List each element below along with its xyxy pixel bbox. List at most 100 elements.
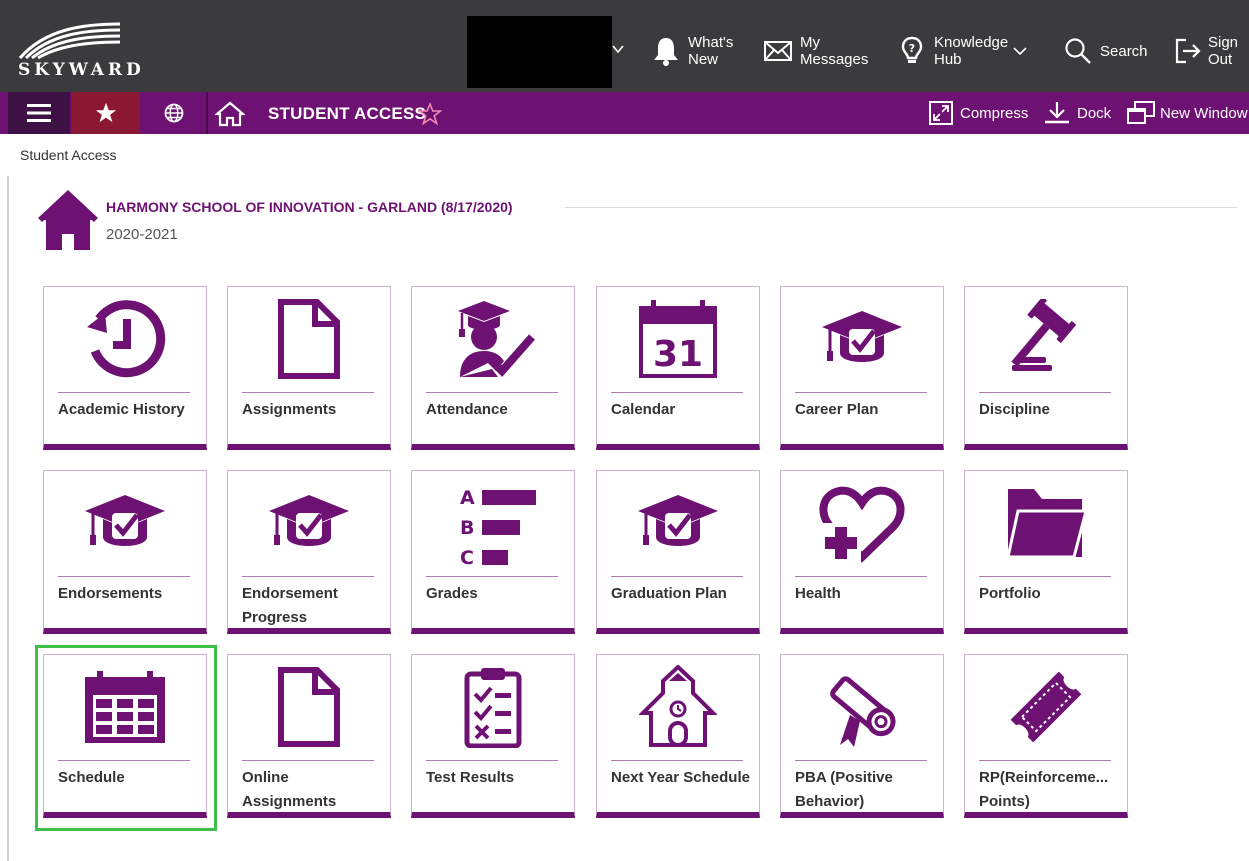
tile-separator — [611, 392, 743, 393]
sign-out-button[interactable]: Sign Out — [1172, 30, 1238, 72]
tile-online-assignments[interactable]: Online Assignments — [227, 654, 391, 818]
tile-label: Academic History — [58, 401, 185, 418]
whats-new-button[interactable]: What's New — [650, 30, 733, 72]
grade-letter-a: A — [460, 487, 475, 509]
tile-academic-history[interactable]: Academic History — [43, 286, 207, 450]
star-outline-icon[interactable] — [418, 102, 442, 126]
envelope-icon — [762, 35, 794, 67]
page-title: STUDENT ACCESS — [268, 104, 427, 123]
tile-label: Test Results — [426, 769, 515, 786]
tile-label: Portfolio — [979, 585, 1041, 602]
school-name: HARMONY SCHOOL OF INNOVATION - GARLAND (… — [106, 199, 513, 215]
nav-bar: STUDENT ACCESS Compress Dock New Window — [0, 92, 1249, 134]
tile-label: Grades — [426, 585, 478, 602]
user-name-redacted[interactable] — [467, 16, 612, 88]
dock-icon — [1045, 102, 1069, 124]
tile-attendance[interactable]: Attendance — [411, 286, 575, 450]
compress-label: Compress — [960, 104, 1029, 122]
tile-pba[interactable]: PBA (Positive Behavior) — [780, 654, 944, 818]
tile-separator — [426, 760, 558, 761]
folder-icon — [965, 471, 1127, 575]
tile-calendar[interactable]: 31 Calendar — [596, 286, 760, 450]
bell-icon — [650, 35, 682, 67]
compress-button[interactable]: Compress — [928, 98, 1028, 128]
tile-endorsements[interactable]: Endorsements — [43, 470, 207, 634]
calendar-day-text: 31 — [653, 334, 703, 375]
hamburger-icon — [27, 104, 51, 122]
tile-label: Endorsements — [58, 585, 163, 602]
document-icon — [228, 655, 390, 759]
tile-label: Assignments — [242, 401, 337, 418]
school-home-icon — [38, 190, 98, 250]
document-icon — [228, 287, 390, 391]
tile-label: PBA (Positive Behavior) — [795, 769, 893, 810]
tile-separator — [426, 576, 558, 577]
lightbulb-question-icon: ? — [896, 35, 928, 67]
logo-text: SKYWARD — [18, 60, 145, 80]
my-messages-button[interactable]: My Messages — [762, 30, 868, 72]
new-window-label: New Window — [1160, 104, 1248, 122]
tile-separator — [979, 760, 1111, 761]
tile-separator — [795, 760, 927, 761]
grades-bars-icon: A B C — [412, 471, 574, 575]
chevron-down-icon[interactable] — [611, 42, 625, 56]
tile-graduation-plan[interactable]: Graduation Plan — [596, 470, 760, 634]
home-icon[interactable] — [215, 101, 245, 127]
tile-next-year-schedule[interactable]: Next Year Schedule — [596, 654, 760, 818]
tile-separator — [795, 576, 927, 577]
tile-discipline[interactable]: Discipline — [964, 286, 1128, 450]
tile-label: RP(Reinforceme... Points) — [979, 769, 1109, 810]
tile-label: Next Year Schedule — [611, 769, 750, 786]
tile-label: Discipline — [979, 401, 1050, 418]
tile-portfolio[interactable]: Portfolio — [964, 470, 1128, 634]
tile-separator — [58, 760, 190, 761]
divider — [565, 207, 1237, 208]
tile-separator — [58, 392, 190, 393]
search-button[interactable]: Search — [1062, 30, 1148, 72]
my-messages-label: My Messages — [800, 34, 869, 68]
student-check-icon — [412, 287, 574, 391]
sign-out-icon — [1172, 35, 1204, 67]
favorites-button[interactable] — [72, 92, 140, 134]
tile-separator — [611, 576, 743, 577]
tile-reinforcement-points[interactable]: RP(Reinforceme... Points) — [964, 654, 1128, 818]
tile-label: Attendance — [426, 401, 508, 418]
content-left-border — [7, 176, 9, 861]
tile-career-plan[interactable]: Career Plan — [780, 286, 944, 450]
gavel-icon — [965, 287, 1127, 391]
schedule-grid-icon — [44, 655, 206, 759]
svg-text:?: ? — [909, 42, 915, 55]
dock-button[interactable]: Dock — [1043, 98, 1111, 128]
diploma-scroll-icon — [781, 655, 943, 759]
grad-cap-check-icon — [44, 471, 206, 575]
search-icon — [1062, 35, 1094, 67]
tile-test-results[interactable]: Test Results — [411, 654, 575, 818]
schoolhouse-icon — [597, 655, 759, 759]
sign-out-label: Sign Out — [1208, 34, 1239, 68]
dock-label: Dock — [1077, 104, 1112, 122]
tile-assignments[interactable]: Assignments — [227, 286, 391, 450]
tile-endorsement-progress[interactable]: Endorsement Progress — [227, 470, 391, 634]
skyward-logo[interactable]: SKYWARD — [16, 20, 141, 80]
tile-health[interactable]: Health — [780, 470, 944, 634]
tile-label: Health — [795, 585, 841, 602]
tile-separator — [426, 392, 558, 393]
tile-label: Online Assignments — [242, 769, 337, 810]
tile-label: Schedule — [58, 769, 125, 786]
grad-cap-check-icon — [228, 471, 390, 575]
ticket-icon — [965, 655, 1127, 759]
grad-cap-check-icon — [781, 287, 943, 391]
tile-separator — [795, 392, 927, 393]
new-window-button[interactable]: New Window — [1126, 98, 1248, 128]
whats-new-label: What's New — [688, 34, 734, 68]
tile-schedule[interactable]: Schedule — [43, 654, 207, 818]
globe-button[interactable] — [142, 92, 208, 134]
tile-separator — [58, 576, 190, 577]
breadcrumb[interactable]: Student Access — [20, 147, 117, 163]
knowledge-hub-button[interactable]: ? Knowledge Hub — [896, 30, 1028, 72]
top-header: SKYWARD What's New My Messages ? Knowled… — [0, 0, 1249, 92]
tile-grades[interactable]: A B C Grades — [411, 470, 575, 634]
grade-letter-c: C — [460, 547, 474, 568]
tile-label: Endorsement Progress — [242, 585, 338, 626]
menu-button[interactable] — [8, 92, 70, 134]
